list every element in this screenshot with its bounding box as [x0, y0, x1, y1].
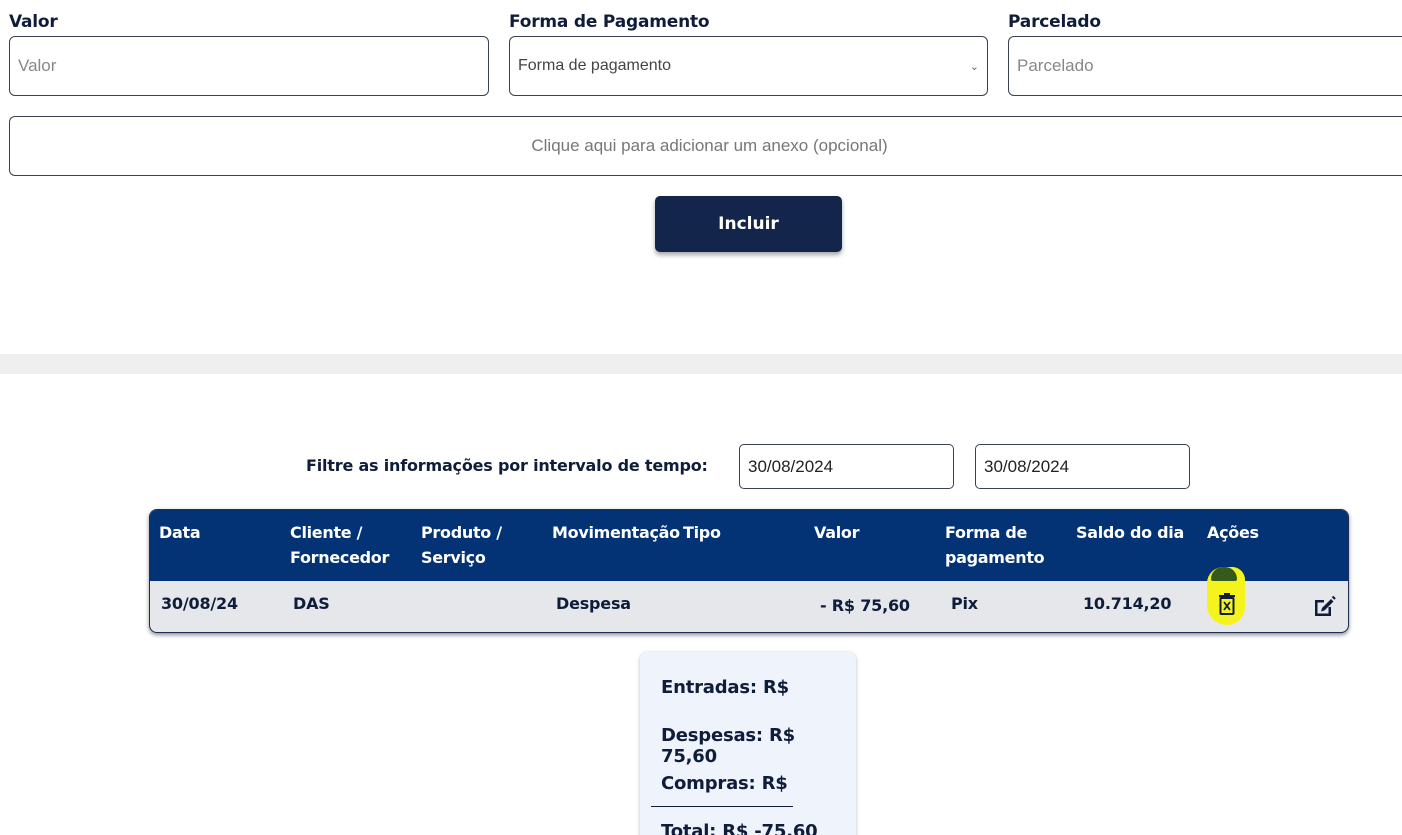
- attachment-upload-area[interactable]: Clique aqui para adicionar um anexo (opc…: [9, 116, 1402, 176]
- section-divider: [0, 354, 1402, 374]
- forma-pagamento-select[interactable]: Forma de pagamento ⌄: [509, 36, 988, 96]
- summary-total: Total: R$ -75,60: [661, 821, 818, 835]
- summary-compras: Compras: R$: [661, 773, 788, 794]
- entry-form-row: Valor Forma de Pagamento Forma de pagame…: [9, 10, 1402, 100]
- incluir-button[interactable]: Incluir: [655, 196, 842, 252]
- header-valor: Valor: [814, 523, 860, 542]
- table-row: 30/08/24 DAS Despesa - R$ 75,60 Pix 10.7…: [150, 581, 1348, 632]
- attachment-upload-text: Clique aqui para adicionar um anexo (opc…: [531, 136, 888, 155]
- cell-valor: - R$ 75,60: [820, 596, 910, 615]
- header-movimentacao: Movimentação: [552, 523, 680, 542]
- header-saldo-dia: Saldo do dia: [1076, 523, 1184, 542]
- date-filter-label: Filtre as informações por intervalo de t…: [306, 456, 708, 475]
- transactions-table: Data Cliente / Fornecedor Produto / Serviç…: [149, 509, 1349, 633]
- cell-cliente: DAS: [293, 594, 330, 613]
- cell-forma: Pix: [951, 594, 978, 613]
- forma-pagamento-field-group: Forma de Pagamento Forma de pagamento ⌄: [509, 10, 988, 96]
- table-header: Data Cliente / Fornecedor Produto / Serviç…: [150, 510, 1348, 581]
- header-tipo: Tipo: [683, 523, 721, 542]
- header-forma-pagamento: Forma de pagamento: [945, 523, 1045, 567]
- summary-card: Entradas: R$ Despesas: R$ 75,60 Compras:…: [640, 652, 856, 835]
- parcelado-input[interactable]: [1008, 36, 1402, 96]
- trash-icon: [1219, 593, 1235, 615]
- cell-movimentacao: Despesa: [556, 594, 631, 613]
- header-produto-servico: Produto / Serviço: [421, 523, 502, 567]
- valor-input[interactable]: [9, 36, 489, 96]
- header-cliente-fornecedor: Cliente / Fornecedor: [290, 523, 390, 567]
- header-acoes: Ações: [1207, 523, 1259, 542]
- forma-pagamento-label: Forma de Pagamento: [509, 12, 710, 32]
- delete-button[interactable]: [1207, 567, 1247, 625]
- end-date-input[interactable]: 30/08/2024: [975, 444, 1190, 489]
- parcelado-label: Parcelado: [1008, 12, 1101, 32]
- cell-saldo: 10.714,20: [1083, 594, 1172, 613]
- start-date-input[interactable]: 30/08/2024: [739, 444, 954, 489]
- parcelado-field-group: Parcelado: [1008, 10, 1402, 96]
- valor-field-group: Valor: [9, 10, 489, 96]
- valor-label: Valor: [9, 12, 58, 32]
- header-data: Data: [159, 523, 201, 542]
- cell-data: 30/08/24: [161, 594, 238, 613]
- summary-divider: [651, 806, 793, 807]
- summary-entradas: Entradas: R$: [661, 677, 789, 698]
- edit-icon[interactable]: [1312, 594, 1336, 618]
- chevron-down-icon: ⌄: [969, 60, 979, 73]
- summary-despesas: Despesas: R$ 75,60: [661, 725, 795, 767]
- forma-pagamento-value: Forma de pagamento: [518, 57, 671, 74]
